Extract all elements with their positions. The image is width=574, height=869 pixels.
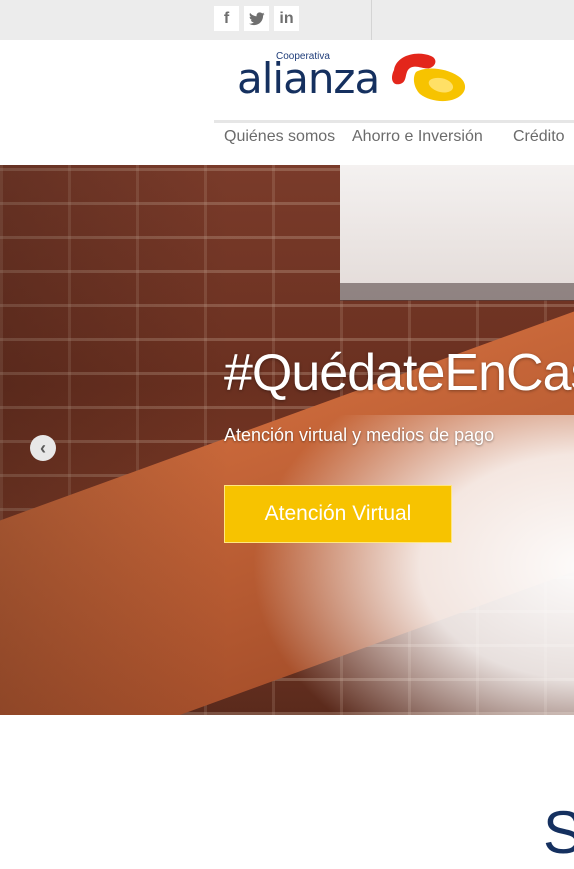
linkedin-icon[interactable]: in xyxy=(274,6,299,31)
topbar-divider xyxy=(371,0,372,40)
nav-item-credito[interactable]: Crédito xyxy=(513,128,565,146)
social-bar: f in xyxy=(0,0,574,40)
site-logo[interactable]: Cooperativa alianza xyxy=(236,50,476,110)
facebook-icon[interactable]: f xyxy=(214,6,239,31)
site-header: Cooperativa alianza Quiénes somos Ahorro… xyxy=(0,40,574,165)
twitter-icon[interactable] xyxy=(244,6,269,31)
logo-name: alianza xyxy=(237,54,380,103)
nav-item-ahorro-inversion[interactable]: Ahorro e Inversión xyxy=(352,128,483,146)
hero-title: #QuédateEnCasa xyxy=(224,344,574,402)
chevron-left-icon: ‹ xyxy=(40,437,46,458)
virtual-attention-button[interactable]: Atención Virtual xyxy=(224,485,452,543)
handshake-logo-icon xyxy=(392,53,466,102)
section-heading: S xyxy=(543,799,574,866)
hero-subtitle: Atención virtual y medios de pago xyxy=(224,425,495,445)
slider-prev-button[interactable]: ‹ xyxy=(30,435,56,461)
hero-slider: ‹ #QuédateEnCasa Atención virtual y medi… xyxy=(0,165,574,715)
twitter-bird-icon xyxy=(248,11,265,25)
nav-item-quienes-somos[interactable]: Quiénes somos xyxy=(224,128,335,146)
main-nav: Quiénes somos Ahorro e Inversión Crédito xyxy=(214,128,574,156)
nav-rule xyxy=(214,120,574,123)
